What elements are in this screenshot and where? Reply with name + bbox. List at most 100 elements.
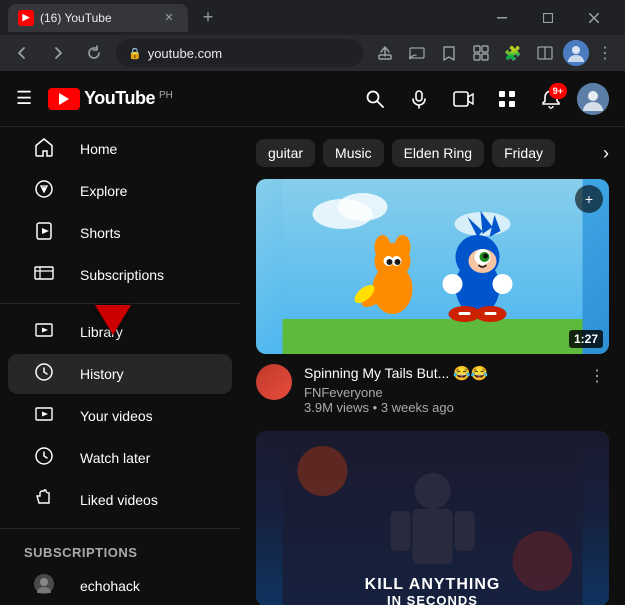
video-thumbnail-action[interactable]: KILL ANYTHING IN SECONDS <box>256 431 609 605</box>
sidebar-shorts-label: Shorts <box>80 225 120 241</box>
youtube-main: Home Explore Shorts Subscriptions <box>0 127 625 605</box>
video-info-sonic: Spinning My Tails But... 😂😂 FNFeveryone … <box>256 354 609 415</box>
sidebar-item-watch-later[interactable]: Watch later <box>8 438 232 478</box>
channel-name-sonic[interactable]: FNFeveryone <box>304 385 573 400</box>
notification-badge: 9+ <box>549 83 567 99</box>
add-to-queue-button[interactable]: + <box>575 185 603 213</box>
subscriptions-icon <box>32 262 56 289</box>
notification-button[interactable]: 9+ <box>533 81 569 117</box>
sidebar-item-your-videos[interactable]: Your videos <box>8 396 232 436</box>
filter-chip-guitar[interactable]: guitar <box>256 139 315 167</box>
sidebar-divider-1 <box>0 303 240 304</box>
sidebar-explore-label: Explore <box>80 183 127 199</box>
sidebar-echohack-label: echohack <box>80 578 140 594</box>
video-card-action: KILL ANYTHING IN SECONDS <box>240 431 625 605</box>
youtube-logo-icon <box>48 88 80 110</box>
filter-chip-elden-ring[interactable]: Elden Ring <box>392 139 485 167</box>
video-options-button-sonic[interactable]: ⋮ <box>585 364 609 415</box>
browser-menu-button[interactable]: ⋮ <box>593 43 617 63</box>
browser-tab[interactable]: ▶ (16) YouTube ✕ <box>8 4 188 32</box>
history-icon <box>32 361 56 388</box>
svg-text:KILL ANYTHING: KILL ANYTHING <box>365 576 501 593</box>
sidebar-item-echohack[interactable]: echohack <box>8 566 232 605</box>
video-thumbnail-sonic[interactable]: 1:27 + <box>256 179 609 354</box>
sidebar-watch-later-label: Watch later <box>80 450 150 466</box>
channel-avatar-fnf[interactable] <box>256 364 292 400</box>
forward-button[interactable] <box>44 39 72 67</box>
lock-icon: 🔒 <box>128 47 142 60</box>
filter-more-button[interactable]: › <box>603 143 609 164</box>
sidebar-history-label: History <box>80 366 124 382</box>
youtube-header: ☰ YouTube PH 9+ <box>0 71 625 127</box>
sidebar-item-subscriptions[interactable]: Subscriptions <box>8 255 232 295</box>
search-button[interactable] <box>357 81 393 117</box>
hamburger-menu-icon[interactable]: ☰ <box>16 88 32 109</box>
sidebar-item-history[interactable]: History <box>8 354 232 394</box>
bookmark-icon[interactable] <box>435 39 463 67</box>
sidebar-home-label: Home <box>80 141 117 157</box>
youtube-logo-country: PH <box>159 90 173 101</box>
puzzle-icon[interactable]: 🧩 <box>499 39 527 67</box>
your-videos-icon <box>32 403 56 430</box>
video-duration: 1:27 <box>569 330 603 348</box>
toolbar-icons: 🧩 ⋮ <box>371 39 617 67</box>
explore-icon <box>32 178 56 205</box>
sidebar-item-liked-videos[interactable]: Liked videos <box>8 480 232 520</box>
user-avatar[interactable] <box>577 83 609 115</box>
video-stats-sonic: 3.9M views • 3 weeks ago <box>304 400 573 415</box>
url-text: youtube.com <box>148 46 222 61</box>
sidebar-item-home[interactable]: Home <box>8 129 232 169</box>
video-card-sonic: 1:27 + Spinning My Tails But... 😂😂 FNFev… <box>240 179 625 431</box>
window-controls <box>479 0 617 35</box>
video-title-sonic[interactable]: Spinning My Tails But... 😂😂 <box>304 364 573 382</box>
sidebar-liked-videos-label: Liked videos <box>80 492 158 508</box>
cast-icon[interactable] <box>403 39 431 67</box>
sidebar-item-library[interactable]: Library <box>8 312 232 352</box>
share-icon[interactable] <box>371 39 399 67</box>
youtube-header-right: 9+ <box>357 81 609 117</box>
svg-text:IN SECONDS: IN SECONDS <box>387 593 478 605</box>
address-bar[interactable]: 🔒 youtube.com <box>116 39 363 67</box>
maximize-button[interactable] <box>525 0 571 35</box>
browser-addressbar: 🔒 youtube.com 🧩 ⋮ <box>0 35 625 71</box>
back-button[interactable] <box>8 39 36 67</box>
split-screen-icon[interactable] <box>531 39 559 67</box>
sidebar-library-label: Library <box>80 324 123 340</box>
youtube-logo-text: YouTube <box>84 88 155 109</box>
liked-videos-icon <box>32 487 56 514</box>
filter-chip-friday[interactable]: Friday <box>492 139 555 167</box>
action-thumbnail-image: KILL ANYTHING IN SECONDS <box>256 431 609 605</box>
sidebar-divider-2 <box>0 528 240 529</box>
refresh-button[interactable] <box>80 39 108 67</box>
sidebar-subscriptions-label: Subscriptions <box>80 267 164 283</box>
extensions-icon[interactable] <box>467 39 495 67</box>
watch-later-icon <box>32 445 56 472</box>
youtube-sidebar: Home Explore Shorts Subscriptions <box>0 127 240 605</box>
filter-bar: guitar Music Elden Ring Friday › <box>240 127 625 179</box>
sonic-thumbnail-image <box>256 179 609 354</box>
tab-favicon: ▶ <box>18 10 34 26</box>
close-button[interactable] <box>571 0 617 35</box>
sidebar-item-explore[interactable]: Explore <box>8 171 232 211</box>
youtube-app: ☰ YouTube PH 9+ <box>0 71 625 605</box>
sidebar-item-shorts[interactable]: Shorts <box>8 213 232 253</box>
minimize-button[interactable] <box>479 0 525 35</box>
browser-titlebar: ▶ (16) YouTube ✕ + <box>0 0 625 35</box>
profile-avatar[interactable] <box>563 40 589 66</box>
video-meta-sonic: Spinning My Tails But... 😂😂 FNFeveryone … <box>304 364 573 415</box>
home-icon <box>32 136 56 163</box>
sidebar-your-videos-label: Your videos <box>80 408 153 424</box>
shorts-icon <box>32 220 56 247</box>
new-tab-button[interactable]: + <box>194 4 222 32</box>
apps-button[interactable] <box>489 81 525 117</box>
youtube-logo[interactable]: YouTube PH <box>48 88 173 110</box>
echohack-avatar <box>32 573 56 600</box>
subscriptions-section-title: SUBSCRIPTIONS <box>0 537 240 564</box>
filter-chip-music[interactable]: Music <box>323 139 384 167</box>
library-icon <box>32 319 56 346</box>
voice-search-button[interactable] <box>401 81 437 117</box>
youtube-content: guitar Music Elden Ring Friday › <box>240 127 625 605</box>
tab-close-button[interactable]: ✕ <box>160 9 178 27</box>
tab-title: (16) YouTube <box>40 11 112 25</box>
create-button[interactable] <box>445 81 481 117</box>
